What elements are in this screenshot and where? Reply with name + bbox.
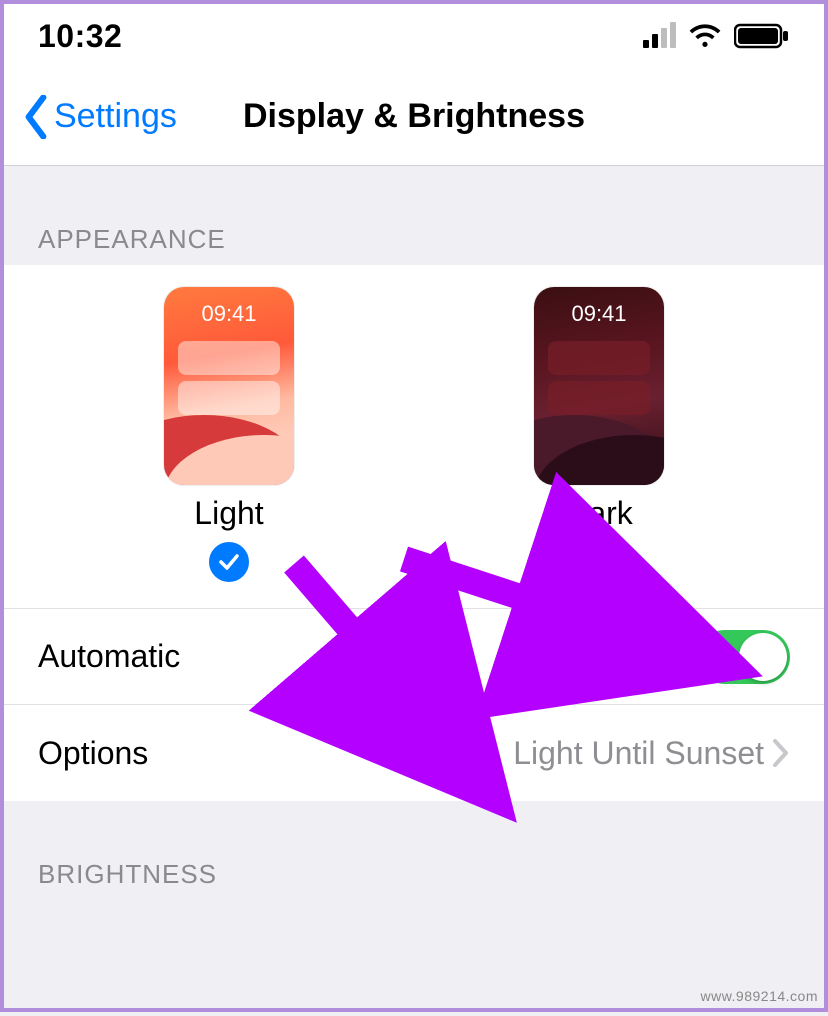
preview-clock: 09:41 bbox=[164, 301, 294, 327]
light-preview-icon: 09:41 bbox=[164, 287, 294, 485]
options-row[interactable]: Options Light Until Sunset bbox=[4, 705, 824, 801]
light-label: Light bbox=[194, 495, 263, 532]
options-value: Light Until Sunset bbox=[513, 735, 764, 772]
light-radio[interactable] bbox=[209, 542, 249, 582]
options-detail: Light Until Sunset bbox=[513, 735, 790, 772]
automatic-row: Automatic bbox=[4, 609, 824, 705]
chevron-left-icon bbox=[22, 95, 50, 139]
dark-label: Dark bbox=[565, 495, 633, 532]
chevron-right-icon bbox=[772, 739, 790, 767]
appearance-selector: 09:41 Light 09:41 Dark bbox=[4, 265, 824, 609]
dark-radio[interactable] bbox=[579, 542, 619, 582]
back-label: Settings bbox=[54, 97, 177, 136]
appearance-option-light[interactable]: 09:41 Light bbox=[164, 287, 294, 582]
brightness-section-header: BRIGHTNESS bbox=[4, 801, 824, 900]
status-indicators bbox=[643, 23, 790, 49]
cellular-signal-icon bbox=[643, 24, 676, 48]
appearance-section-header: APPEARANCE bbox=[4, 166, 824, 265]
appearance-card: 09:41 Light 09:41 Dark Automatic Options bbox=[4, 265, 824, 801]
automatic-label: Automatic bbox=[38, 638, 180, 675]
checkmark-icon bbox=[217, 550, 241, 574]
battery-icon bbox=[734, 23, 790, 49]
back-button[interactable]: Settings bbox=[4, 95, 177, 139]
navigation-bar: Settings Display & Brightness bbox=[4, 68, 824, 166]
appearance-option-dark[interactable]: 09:41 Dark bbox=[534, 287, 664, 582]
dark-preview-icon: 09:41 bbox=[534, 287, 664, 485]
status-time: 10:32 bbox=[38, 18, 122, 55]
wifi-icon bbox=[688, 23, 722, 49]
status-bar: 10:32 bbox=[4, 4, 824, 68]
preview-clock: 09:41 bbox=[534, 301, 664, 327]
options-label: Options bbox=[38, 735, 148, 772]
watermark: www.989214.com bbox=[700, 988, 818, 1004]
automatic-toggle[interactable] bbox=[698, 630, 790, 684]
